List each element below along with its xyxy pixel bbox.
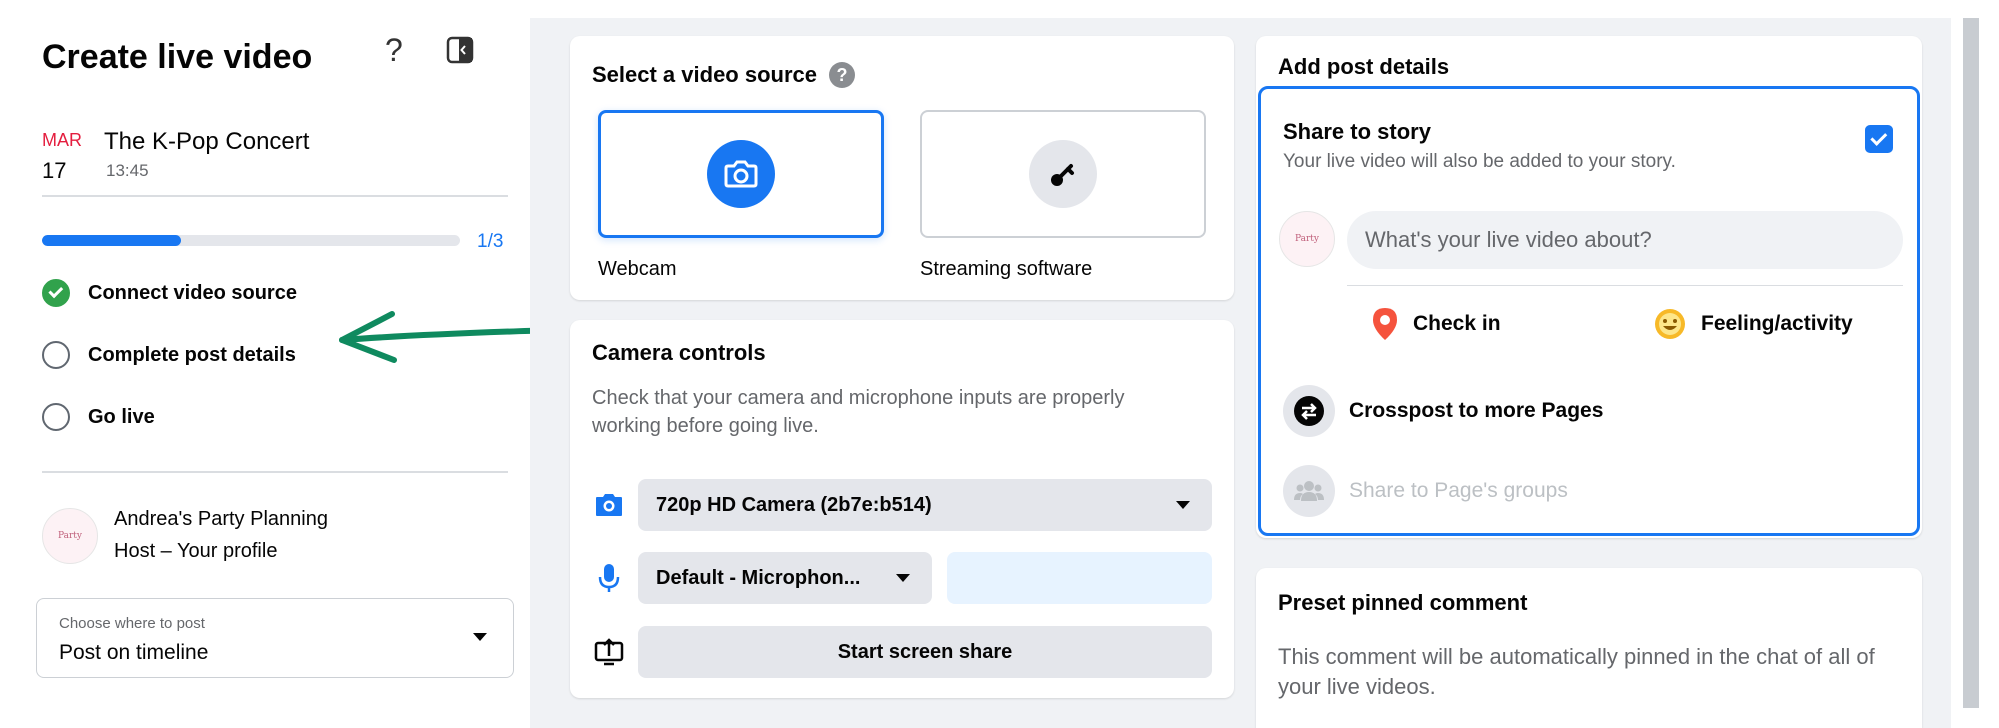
post-location-value: Post on timeline [59,641,209,664]
microphone-level-meter [947,552,1212,604]
streaming-software-label: Streaming software [920,258,1093,280]
video-source-title: Select a video source [592,62,817,87]
streaming-software-option[interactable] [920,110,1206,238]
share-to-groups-button[interactable]: Share to Page's groups [1283,465,1568,517]
step-connect-video-source[interactable]: Connect video source [42,278,297,308]
camera-controls-title: Camera controls [592,340,766,365]
screen-share-icon [592,635,626,669]
event-month: MAR [42,130,82,150]
feeling-activity-button[interactable]: Feeling/activity [1653,307,1853,341]
check-in-button[interactable]: Check in [1371,307,1501,341]
camera-controls-card: Camera controls Check that your camera a… [570,320,1234,698]
caret-down-icon [473,633,487,641]
empty-circle-icon [42,403,70,431]
progress-label: 1/3 [477,231,504,252]
camera-controls-description: Check that your camera and microphone in… [592,387,1125,437]
step-go-live[interactable]: Go live [42,402,155,432]
scrollbar[interactable] [1951,18,1999,728]
step-label: Go live [88,405,155,428]
pinned-comment-description: This comment will be automatically pinne… [1278,644,1875,699]
microphone-select-value: Default - Microphon... [656,566,861,589]
event-time: 13:45 [106,161,149,180]
post-details-title: Add post details [1278,54,1450,79]
annotation-arrow-icon [339,311,555,363]
avatar-logo-text: Party [1294,234,1320,244]
location-pin-icon [1373,308,1397,340]
video-source-card: Select a video source ? Webcam Streaming… [570,36,1234,300]
divider [42,471,508,473]
crosspost-button[interactable]: Crosspost to more Pages [1283,385,1603,437]
share-to-story-title: Share to story [1283,119,1431,144]
webcam-label: Webcam [598,258,677,280]
post-location-label: Choose where to post [59,615,205,632]
progress-fill [42,235,182,246]
post-location-select[interactable]: Choose where to post Post on timeline [36,598,514,678]
key-icon [1029,140,1097,208]
crosspost-icon [1283,385,1335,437]
camera-icon [592,488,626,522]
event-day: 17 [42,158,67,183]
live-video-description-input[interactable] [1347,211,1903,269]
profile-role: Host – Your profile [114,540,278,562]
page-avatar: Party [1279,211,1335,267]
event-name: The K-Pop Concert [104,128,310,155]
share-to-story-description: Your live video will also be added to yo… [1283,151,1676,172]
page-title: Create live video [42,38,313,76]
start-screen-share-button[interactable]: Start screen share [638,626,1212,678]
share-to-groups-label: Share to Page's groups [1349,479,1568,502]
empty-circle-icon [42,341,70,369]
camera-icon [707,140,775,208]
check-circle-icon [42,279,70,307]
feeling-activity-label: Feeling/activity [1701,312,1853,335]
step-label: Complete post details [88,343,296,366]
camera-select[interactable]: 720p HD Camera (2b7e:b514) [638,479,1212,531]
caret-down-icon [1176,501,1190,509]
help-icon[interactable]: ? [385,32,403,69]
post-details-card: Add post details Share to story Your liv… [1256,36,1922,538]
crosspost-label: Crosspost to more Pages [1349,399,1604,422]
pinned-comment-title: Preset pinned comment [1278,590,1528,615]
camera-select-value: 720p HD Camera (2b7e:b514) [656,493,932,516]
scrollbar-thumb[interactable] [1963,18,1979,708]
check-in-label: Check in [1413,312,1501,335]
caret-down-icon [896,574,910,582]
step-label: Connect video source [88,281,297,304]
profile-name: Andrea's Party Planning [114,508,328,530]
progress-bar [42,235,460,246]
divider [1347,285,1903,286]
webcam-option[interactable] [598,110,884,238]
question-icon[interactable]: ? [829,62,855,88]
post-details-panel: Share to story Your live video will also… [1258,86,1920,536]
divider [42,195,508,197]
share-to-story-checkbox[interactable] [1865,125,1893,153]
microphone-select[interactable]: Default - Microphon... [638,552,932,604]
step-complete-post-details[interactable]: Complete post details [42,340,296,370]
profile-avatar: Party [42,508,98,564]
smiley-icon [1655,309,1685,339]
collapse-panel-icon[interactable] [446,36,474,64]
pinned-comment-card: Preset pinned comment This comment will … [1256,568,1922,728]
microphone-icon [592,561,626,595]
video-source-header: Select a video source ? [592,62,855,88]
avatar-logo-text: Party [57,531,83,541]
groups-icon [1283,465,1335,517]
